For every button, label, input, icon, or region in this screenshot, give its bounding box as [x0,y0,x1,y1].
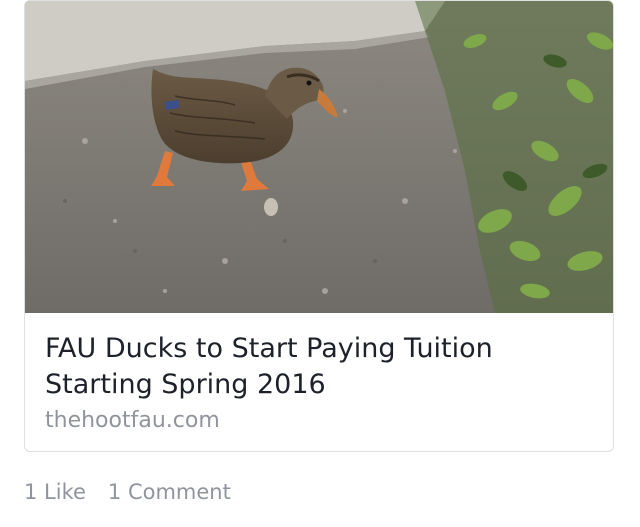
like-count[interactable]: 1 Like [24,480,86,504]
post-page: FAU Ducks to Start Paying Tuition Starti… [0,0,640,527]
link-domain: thehootfau.com [45,408,220,433]
link-preview-card[interactable]: FAU Ducks to Start Paying Tuition Starti… [24,0,614,452]
comment-count[interactable]: 1 Comment [108,480,231,504]
engagement-summary: 1 Like 1 Comment [24,480,231,504]
duck-photo[interactable] [25,1,614,313]
link-title[interactable]: FAU Ducks to Start Paying Tuition Starti… [45,331,595,403]
link-preview-text[interactable]: FAU Ducks to Start Paying Tuition Starti… [45,331,595,435]
